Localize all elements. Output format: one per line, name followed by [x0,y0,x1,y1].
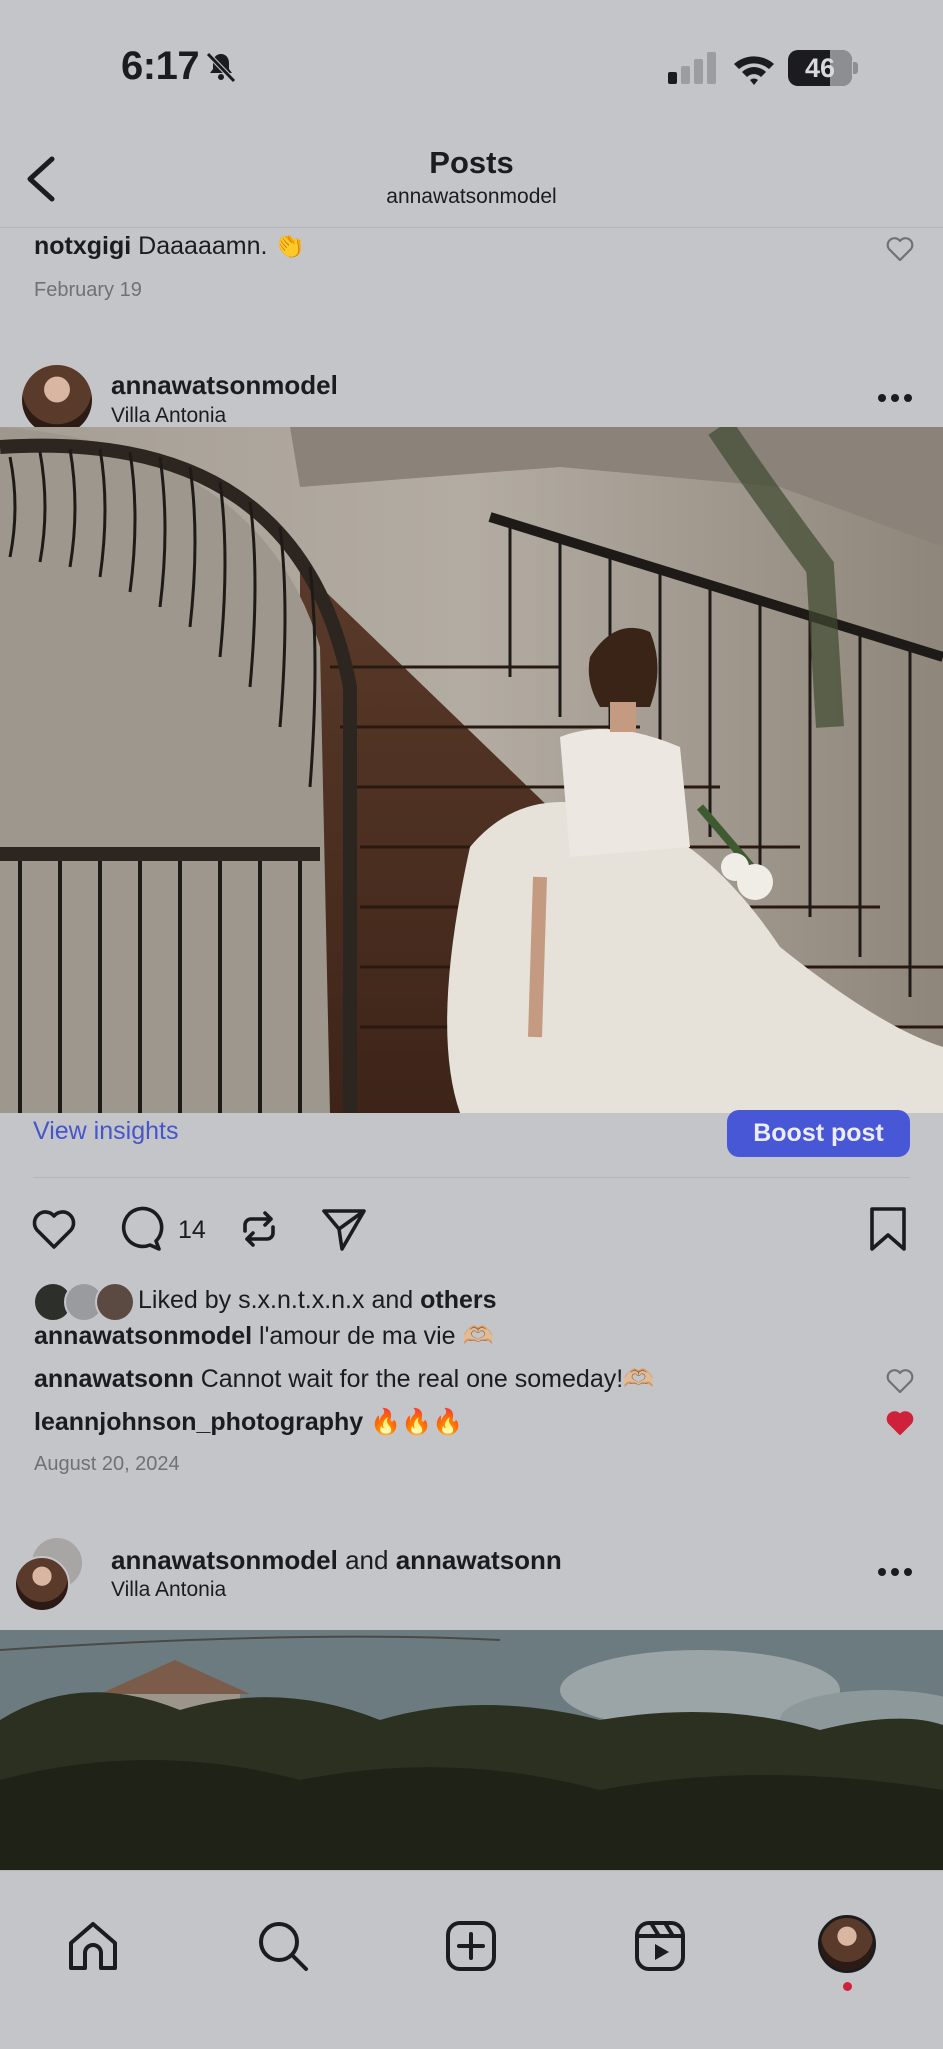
notification-dot [843,1982,852,1991]
comment-username[interactable]: annawatsonn [34,1365,194,1393]
post-collab-usernames[interactable]: annawatsonmodel and annawatsonn [111,1545,562,1576]
signal-icon [668,52,716,84]
bell-muted-icon [206,52,236,83]
post-username[interactable]: annawatsonmodel [111,370,338,401]
comment-username[interactable]: notxgigi [34,232,131,260]
battery-icon: 46 [788,50,858,86]
tab-bar [0,1870,943,2049]
wifi-icon [734,56,774,85]
comment-text: Cannot wait for the real one someday!🫶🏼 [200,1365,655,1393]
comment-text: Daaaaamn. 👏 [138,232,306,260]
more-options-icon[interactable] [877,1567,913,1577]
view-insights-link[interactable]: View insights [33,1117,178,1146]
comment-row: annawatsonn Cannot wait for the real one… [34,1365,654,1394]
comment-text: 🔥🔥🔥 [370,1408,464,1436]
comment-row: notxgigi Daaaaamn. 👏 [34,232,306,261]
search-icon[interactable] [256,1919,310,1973]
battery-level: 46 [804,53,836,83]
status-time: 6:17 [121,44,200,88]
liked-by[interactable]: Liked by s.x.n.t.x.n.x and others [138,1286,497,1315]
collab-avatar-primary[interactable] [14,1556,70,1612]
comment-date: February 19 [34,279,142,301]
comment-icon[interactable] [116,1205,164,1253]
save-bookmark-icon[interactable] [864,1205,912,1253]
liked-by-and: and [371,1286,414,1314]
comment-liked-icon[interactable] [886,1410,914,1436]
comment-like-icon[interactable] [886,1368,914,1394]
liker-avatar [95,1282,135,1322]
boost-post-button[interactable]: Boost post [727,1110,910,1157]
comment-count: 14 [178,1216,206,1244]
insights-divider [33,1177,910,1178]
comment-row: leannjohnson_photography 🔥🔥🔥 [34,1408,464,1437]
post-photo[interactable] [0,1630,943,1870]
liked-by-user[interactable]: s.x.n.t.x.n.x [238,1286,364,1314]
header-divider [0,227,943,228]
collab-user-1[interactable]: annawatsonmodel [111,1545,338,1575]
liked-by-others[interactable]: others [420,1286,496,1314]
comment-username[interactable]: leannjohnson_photography [34,1408,363,1436]
caption-text: l'amour de ma vie 🫶🏼 [259,1322,494,1350]
post-photo[interactable] [0,427,943,1113]
repost-icon[interactable] [235,1205,283,1253]
post-location[interactable]: Villa Antonia [111,404,226,428]
like-icon[interactable] [30,1205,78,1253]
reels-icon[interactable] [633,1919,687,1973]
post-caption: annawatsonmodel l'amour de ma vie 🫶🏼 [34,1322,494,1351]
create-icon[interactable] [444,1919,498,1973]
share-icon[interactable] [320,1205,368,1253]
comment-like-icon[interactable] [886,236,914,262]
liked-by-prefix: Liked by [138,1286,232,1314]
more-options-icon[interactable] [877,393,913,403]
page-subtitle: annawatsonmodel [386,185,557,208]
post-avatar[interactable] [22,365,92,435]
collab-user-2[interactable]: annawatsonn [396,1545,562,1575]
post-date: August 20, 2024 [34,1453,180,1475]
collab-and: and [345,1545,389,1575]
post-location[interactable]: Villa Antonia [111,1578,226,1602]
home-icon[interactable] [66,1919,120,1973]
caption-username[interactable]: annawatsonmodel [34,1322,252,1350]
page-title: Posts [429,145,514,180]
profile-avatar-tab[interactable] [818,1915,876,1973]
